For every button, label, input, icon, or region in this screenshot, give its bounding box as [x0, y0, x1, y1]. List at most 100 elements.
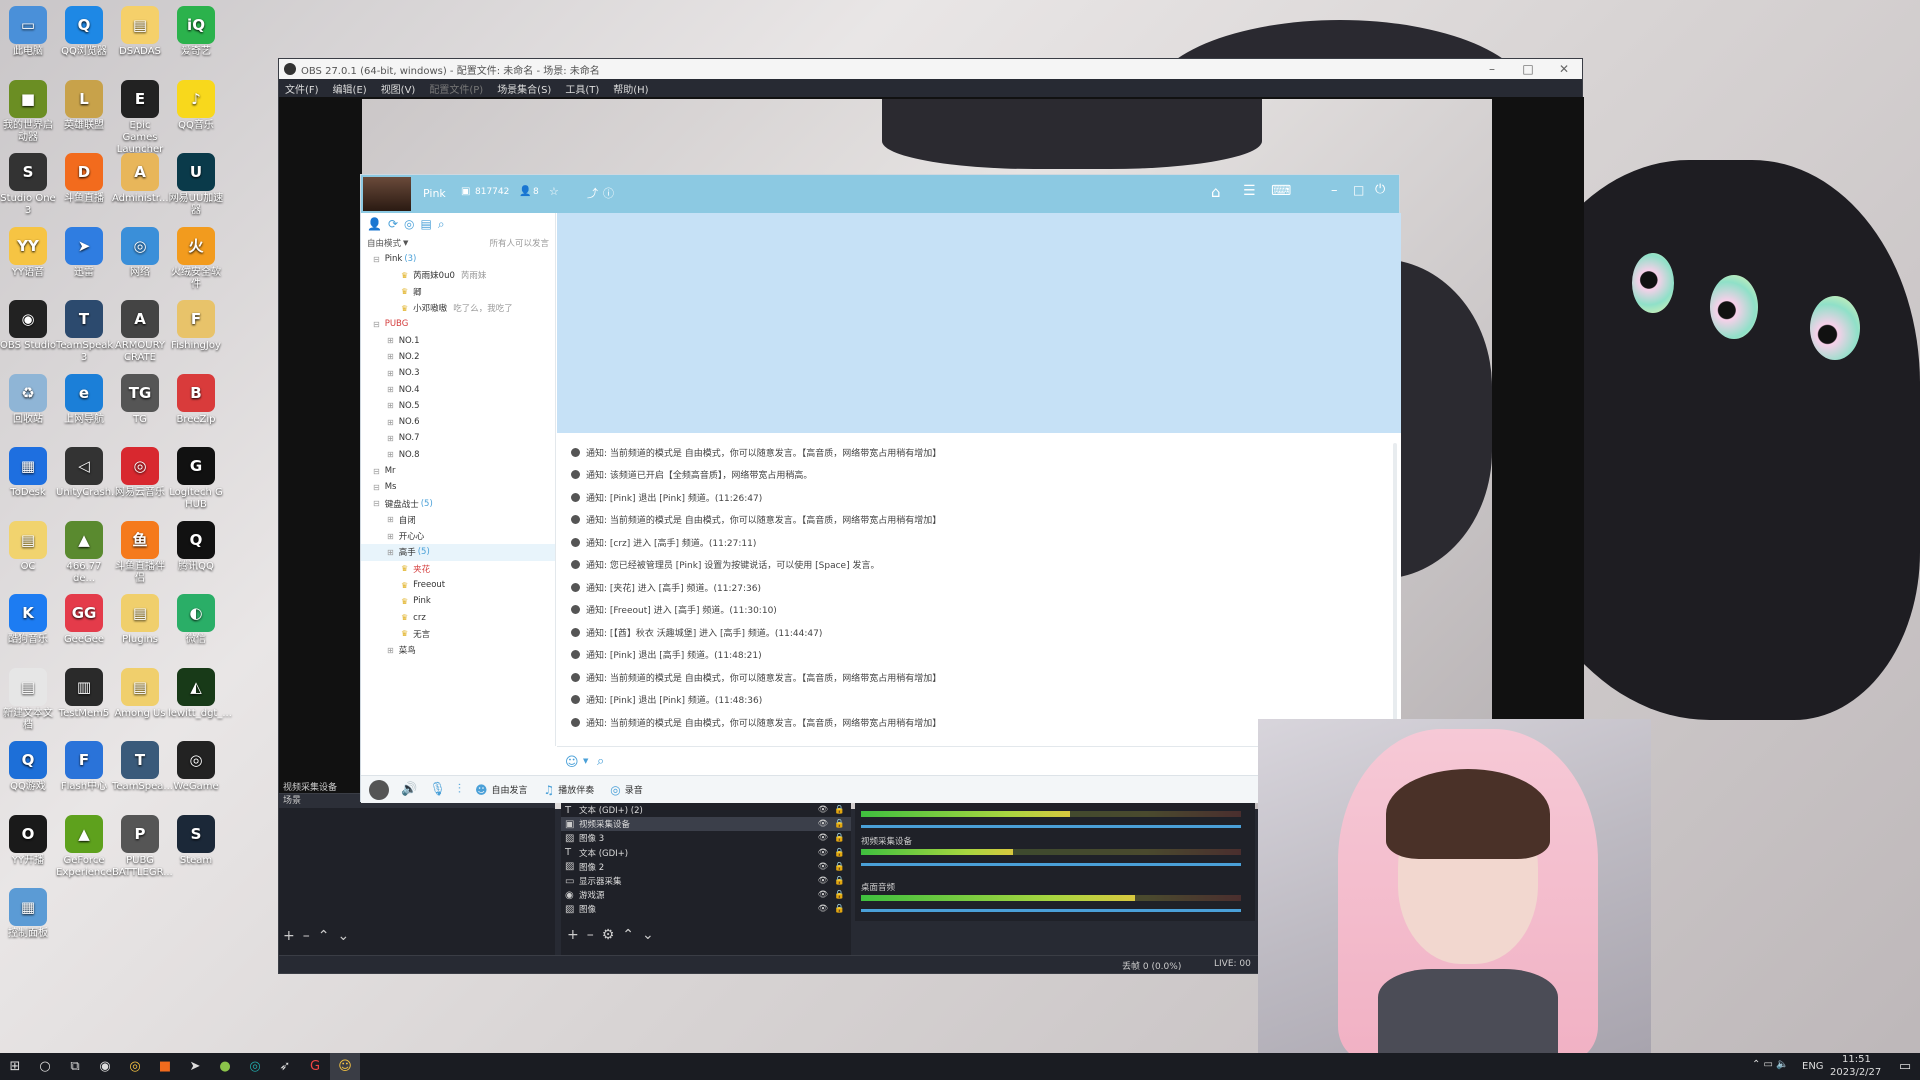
desktop-icon[interactable]: L 英雄联盟 [56, 79, 112, 132]
obs-taskbar-icon[interactable]: ◉ [90, 1053, 120, 1080]
move-up-button[interactable]: ⌃ [622, 927, 642, 943]
lock-icon[interactable]: 🔒 [834, 904, 845, 914]
desktop-icon[interactable]: E Epic Games Launcher [112, 79, 168, 156]
tree-channel[interactable]: ⊞ NO.7 [361, 430, 555, 446]
desktop-icon[interactable]: Q 腾讯QQ [168, 520, 224, 573]
desktop-icon[interactable]: ▤ DSADAS [112, 6, 168, 58]
volume-slider[interactable] [861, 825, 1241, 828]
desktop-icon[interactable]: ◉ OBS Studio [0, 300, 56, 352]
lock-icon[interactable]: 🔒 [834, 876, 845, 886]
tree-channel[interactable]: ⊞ NO.8 [361, 447, 555, 463]
eye-icon[interactable]: 👁 [818, 805, 829, 815]
desktop-icon[interactable]: ▦ 控制面板 [0, 888, 56, 940]
remove-source-button[interactable]: – [587, 927, 602, 943]
tree-user[interactable]: ♛ crz [361, 610, 555, 626]
gear-icon[interactable]: ⚙ [602, 927, 623, 943]
tree-channel[interactable]: ⊟ Mr [361, 463, 555, 479]
desktop-icon[interactable]: K 酷狗音乐 [0, 594, 56, 646]
mode-select[interactable]: 自由模式 [367, 237, 401, 249]
search-icon[interactable]: ○ [30, 1053, 60, 1080]
add-source-button[interactable]: + [567, 927, 587, 943]
desktop-icon[interactable]: ▤ 新建文本文档 [0, 667, 56, 732]
desktop-icon[interactable]: ➤ 迅雷 [56, 226, 112, 279]
free-speak-icon[interactable]: ☻ [475, 783, 488, 797]
close-icon[interactable]: ✕ [1546, 59, 1582, 79]
tree-channel[interactable]: ⊟ PUBG [361, 316, 555, 332]
lock-icon[interactable]: 🔒 [834, 848, 845, 858]
favorite-icon[interactable]: ☆ [549, 185, 559, 198]
user-icon[interactable]: 👤 [367, 217, 382, 231]
tree-channel[interactable]: ⊟ Ms [361, 479, 555, 495]
douyu-taskbar-icon[interactable]: ■ [150, 1053, 180, 1080]
desktop-icon[interactable]: ▤ Plugins [112, 594, 168, 646]
desktop-icon[interactable]: ◎ 网络 [112, 226, 168, 279]
obs-menu-item[interactable]: 配置文件(P) [429, 81, 483, 96]
equalizer-icon[interactable]: ⫶ [458, 782, 461, 797]
ghub-taskbar-icon[interactable]: G [300, 1053, 330, 1080]
desktop-icon[interactable]: GG GeeGee [56, 594, 112, 646]
game-icon[interactable]: ⌨ [1271, 183, 1291, 199]
obs-titlebar[interactable]: OBS 27.0.1 (64-bit, windows) - 配置文件: 未命名… [279, 59, 1582, 79]
desktop-icon[interactable]: P PUBG BATTLEGR... [112, 814, 173, 879]
source-row[interactable]: ▨ 图像 3 👁 🔒 [561, 831, 851, 845]
maximize-icon[interactable]: □ [1353, 183, 1364, 197]
tree-channel[interactable]: ⊟ Pink (3) [361, 251, 555, 267]
tree-channel[interactable]: ⊞ NO.3 [361, 365, 555, 381]
steam-taskbar-icon[interactable]: ➶ [270, 1053, 300, 1080]
desktop-icon[interactable]: T TeamSpea... [112, 741, 173, 793]
tray-icons[interactable]: ⌃ ▭ 🔈 [1752, 1059, 1789, 1070]
scrollbar[interactable] [1393, 443, 1397, 733]
desktop-icon[interactable]: A Administr... [112, 153, 169, 205]
lock-icon[interactable]: 🔒 [834, 862, 845, 872]
emoji-icon[interactable]: ☺ [565, 755, 579, 770]
xunlei-taskbar-icon[interactable]: ➤ [180, 1053, 210, 1080]
desktop-icon[interactable]: TG TG [112, 373, 168, 426]
eye-icon[interactable]: 👁 [818, 848, 829, 858]
browser-taskbar-icon[interactable]: ● [210, 1053, 240, 1080]
tree-user[interactable]: ♛ 无言 [361, 626, 555, 642]
remove-scene-button[interactable]: – [303, 928, 318, 944]
desktop-icon[interactable]: ■ 我的世界启动器 [0, 79, 56, 144]
desktop-icon[interactable]: ♪ QQ音乐 [168, 79, 224, 132]
source-row[interactable]: ▨ 图像 2 👁 🔒 [561, 860, 851, 874]
avatar[interactable] [369, 779, 389, 800]
desktop-icon[interactable]: Q QQ浏览器 [56, 6, 112, 58]
desktop-icon[interactable]: ♻ 回收站 [0, 373, 56, 426]
tree-user[interactable]: ♛ Freeout [361, 577, 555, 593]
power-icon[interactable]: ⏻ [1375, 182, 1385, 197]
desktop-icon[interactable]: Q QQ游戏 [0, 741, 56, 793]
desktop-icon[interactable]: YY YY语音 [0, 226, 56, 279]
desktop-icon[interactable]: D 斗鱼直播 [56, 153, 112, 205]
tree-channel[interactable]: ⊞ NO.5 [361, 398, 555, 414]
source-row[interactable]: ▣ 视频采集设备 👁 🔒 [561, 817, 851, 832]
desktop-icon[interactable]: B BreeZip [168, 373, 224, 426]
record-button[interactable]: 录音 [625, 783, 643, 796]
clock-time[interactable]: 11:51 [1842, 1054, 1871, 1065]
desktop-icon[interactable]: ▤ OC [0, 520, 56, 573]
minimize-icon[interactable]: – [1474, 59, 1510, 79]
desktop-icon[interactable]: T TeamSpeak 3 [56, 300, 113, 364]
tree-channel[interactable]: ⊞ 菜鸟 [361, 642, 555, 658]
obs-menu-item[interactable]: 帮助(H) [613, 81, 648, 96]
lock-icon[interactable]: 🔒 [834, 805, 845, 815]
tree-user[interactable]: ♛ 芮雨妹0u0 芮雨妹 [361, 267, 555, 283]
obs-menu-item[interactable]: 场景集合(S) [497, 81, 551, 96]
lock-icon[interactable]: 🔒 [834, 890, 845, 900]
desktop-icon[interactable]: iQ 爱奇艺 [168, 6, 224, 58]
tree-channel[interactable]: ⊞ NO.4 [361, 381, 555, 397]
desktop-icon[interactable]: G Logitech G HUB [168, 447, 224, 511]
share-icon[interactable]: ⤴ [587, 185, 598, 201]
tree-user[interactable]: ♛ 夹花 [361, 561, 555, 577]
notification-icon[interactable]: ▭ [1890, 1053, 1920, 1080]
desktop-icon[interactable]: ◭ lewitt_dgt_... [168, 667, 232, 720]
desktop-icon[interactable]: F FishingJoy [168, 300, 224, 352]
move-down-button[interactable]: ⌄ [337, 928, 357, 944]
language-indicator[interactable]: ENG [1802, 1061, 1824, 1072]
eye-icon[interactable]: 👁 [818, 904, 829, 914]
desktop-icon[interactable]: S Studio One 3 [0, 153, 56, 217]
desktop-icon[interactable]: A ARMOURY CRATE [112, 300, 168, 364]
lock-icon[interactable]: 🔒 [834, 819, 845, 829]
lock-icon[interactable]: 🔒 [834, 833, 845, 843]
yy-active-taskbar-icon[interactable]: ☺ [330, 1053, 360, 1080]
obs-menu-item[interactable]: 视图(V) [381, 81, 416, 96]
